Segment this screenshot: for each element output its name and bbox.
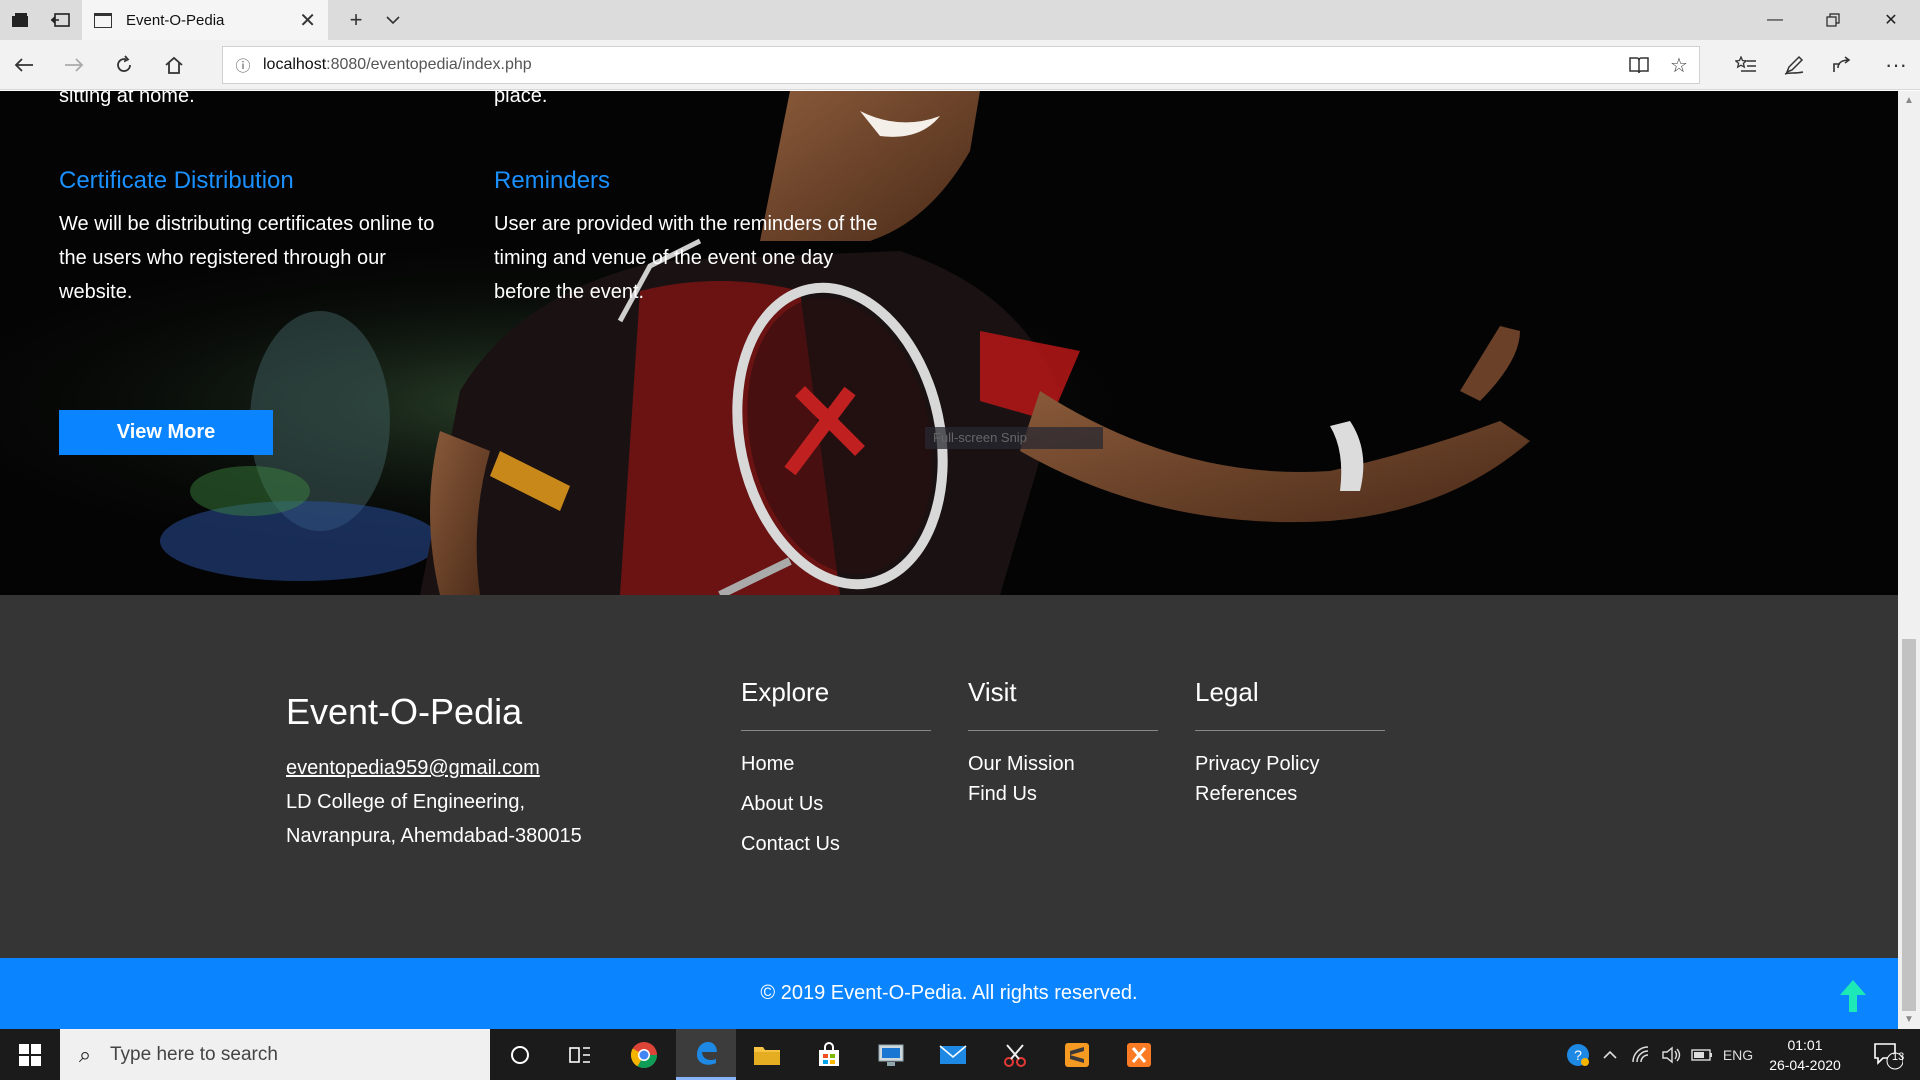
- page-viewport: sitting at home. place. Certificate Dist…: [0, 91, 1920, 1029]
- feature-description-certificate: We will be distributing certificates onl…: [59, 213, 435, 303]
- file-explorer-icon[interactable]: [737, 1029, 797, 1080]
- feature-title-certificate: Certificate Distribution: [59, 167, 294, 194]
- site-info-icon[interactable]: ⓘ: [223, 55, 263, 76]
- forward-icon[interactable]: [50, 40, 98, 90]
- previous-feature-text-tail: sitting at home.: [59, 91, 195, 107]
- footer-column-visit: Visit Our Mission Find Us: [968, 677, 1158, 806]
- snipping-tool-icon[interactable]: [985, 1029, 1045, 1080]
- mail-icon[interactable]: [923, 1029, 983, 1080]
- microsoft-store-icon[interactable]: [799, 1029, 859, 1080]
- new-tab-icon[interactable]: +: [340, 0, 372, 40]
- task-view-icon[interactable]: [550, 1029, 610, 1080]
- windows-taskbar: ⌕ Type here to search ? ENG 01:01 26-04-…: [0, 1029, 1920, 1080]
- close-window-icon[interactable]: ✕: [1862, 0, 1920, 40]
- clock-date: 26-04-2020: [1769, 1057, 1841, 1073]
- browser-nav-bar: ⓘ localhost:8080/eventopedia/index.php ☆…: [0, 40, 1920, 90]
- notification-count: 13: [1892, 1051, 1905, 1063]
- back-to-top-arrow-icon[interactable]: [1838, 979, 1868, 1013]
- home-icon[interactable]: [150, 40, 198, 90]
- footer-address-line: LD College of Engineering,: [286, 791, 526, 813]
- favorite-star-icon[interactable]: ☆: [1659, 46, 1699, 84]
- restore-icon[interactable]: [1804, 0, 1862, 40]
- clock-time: 01:01: [1787, 1037, 1823, 1053]
- footer-address-line: Navranpura, Ahemdabad-380015: [286, 825, 582, 847]
- footer-link-our-mission[interactable]: Our Mission: [968, 753, 1158, 776]
- set-aside-tabs-icon[interactable]: [40, 0, 80, 40]
- footer-link-contact-us[interactable]: Contact Us: [741, 833, 931, 856]
- pen-icon[interactable]: [1770, 40, 1818, 90]
- footer-brand: Event-O-Pedia: [286, 691, 523, 732]
- xampp-icon[interactable]: [1109, 1029, 1169, 1080]
- footer-link-about-us[interactable]: About Us: [741, 793, 931, 816]
- remote-desktop-icon[interactable]: [861, 1029, 921, 1080]
- browser-tab-bar: Event-O-Pedia ✕ + — ✕: [0, 0, 1920, 40]
- footer-column-explore: Explore Home About Us Contact Us: [741, 677, 931, 856]
- search-icon: ⌕: [78, 1041, 92, 1067]
- back-icon[interactable]: [0, 40, 48, 90]
- edge-icon[interactable]: [676, 1029, 736, 1080]
- feature-title-reminders: Reminders: [494, 167, 611, 194]
- close-tab-icon[interactable]: ✕: [299, 8, 316, 33]
- action-center-icon[interactable]: 13: [1862, 1029, 1912, 1080]
- footer-column-heading: Explore: [741, 677, 931, 731]
- footer-column-legal: Legal Privacy Policy References: [1195, 677, 1385, 806]
- view-more-button[interactable]: View More: [59, 410, 273, 455]
- sublime-text-icon[interactable]: [1047, 1029, 1107, 1080]
- taskbar-search-box[interactable]: ⌕ Type here to search: [60, 1029, 490, 1080]
- page-icon: [94, 12, 112, 28]
- footer-link-references[interactable]: References: [1195, 783, 1385, 806]
- page-scrollbar[interactable]: ▲ ▼: [1898, 91, 1920, 1029]
- footer-column-heading: Legal: [1195, 677, 1385, 731]
- footer-link-find-us[interactable]: Find Us: [968, 783, 1158, 806]
- reading-view-icon[interactable]: [1619, 46, 1659, 84]
- taskbar-clock[interactable]: 01:01 26-04-2020: [1760, 1035, 1850, 1075]
- windows-start-icon[interactable]: [0, 1029, 60, 1080]
- footer-link-home[interactable]: Home: [741, 753, 931, 776]
- previous-feature-text-tail: place.: [494, 91, 548, 107]
- url-text[interactable]: localhost:8080/eventopedia/index.php: [263, 56, 1619, 74]
- chevron-up-icon[interactable]: [1596, 1029, 1624, 1080]
- footer-link-privacy-policy[interactable]: Privacy Policy: [1195, 753, 1385, 776]
- more-icon[interactable]: ···: [1872, 40, 1920, 90]
- svg-text:?: ?: [1574, 1047, 1582, 1063]
- wifi-icon[interactable]: [1628, 1029, 1656, 1080]
- address-bar[interactable]: ⓘ localhost:8080/eventopedia/index.php ☆: [222, 46, 1700, 84]
- copyright-text: © 2019 Event-O-Pedia. All rights reserve…: [760, 982, 1138, 1004]
- chrome-icon[interactable]: [614, 1029, 674, 1080]
- language-indicator[interactable]: ENG: [1718, 1029, 1758, 1080]
- minimize-icon[interactable]: —: [1746, 0, 1804, 40]
- scroll-up-icon[interactable]: ▲: [1904, 95, 1914, 106]
- volume-icon[interactable]: [1658, 1029, 1686, 1080]
- site-footer: Event-O-Pedia eventopedia959@gmail.com L…: [0, 595, 1898, 958]
- battery-icon[interactable]: [1688, 1029, 1716, 1080]
- share-icon[interactable]: [1818, 40, 1866, 90]
- copyright-bar: © 2019 Event-O-Pedia. All rights reserve…: [0, 958, 1898, 1029]
- footer-column-heading: Visit: [968, 677, 1158, 731]
- tab-title: Event-O-Pedia: [126, 11, 225, 29]
- tab-event-o-pedia[interactable]: Event-O-Pedia ✕: [82, 0, 328, 40]
- feature-description-reminders: User are provided with the reminders of …: [494, 213, 878, 303]
- help-icon[interactable]: ?: [1560, 1029, 1596, 1080]
- snip-tooltip: Full-screen Snip: [925, 427, 1103, 449]
- refresh-icon[interactable]: [100, 40, 148, 90]
- favorites-list-icon[interactable]: [1722, 40, 1770, 90]
- cortana-icon[interactable]: [490, 1029, 550, 1080]
- chevron-down-icon[interactable]: [378, 0, 408, 40]
- search-placeholder: Type here to search: [110, 1043, 278, 1065]
- scrollbar-thumb[interactable]: [1902, 639, 1916, 1011]
- hero-section: sitting at home. place. Certificate Dist…: [0, 91, 1898, 595]
- tab-actions-icon[interactable]: [0, 0, 40, 40]
- footer-email-link[interactable]: eventopedia959@gmail.com: [286, 757, 540, 780]
- scroll-down-icon[interactable]: ▼: [1904, 1014, 1914, 1025]
